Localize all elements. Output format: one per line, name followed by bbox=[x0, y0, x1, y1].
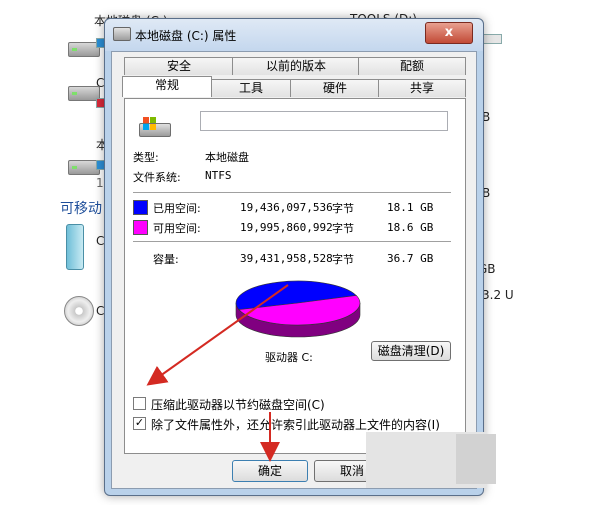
capacity-label: 容量: bbox=[153, 253, 179, 266]
used-space-label: 已用空间: bbox=[153, 202, 201, 215]
tab-hardware[interactable]: 硬件 bbox=[290, 79, 380, 97]
compress-checkbox[interactable] bbox=[133, 397, 146, 410]
free-space-label: 可用空间: bbox=[153, 222, 201, 235]
drive-icon[interactable] bbox=[66, 154, 100, 176]
tab-security[interactable]: 安全 bbox=[124, 57, 234, 75]
drive-icon[interactable] bbox=[66, 36, 100, 58]
capacity-bytes: 39,431,958,528 bbox=[240, 252, 333, 265]
drive-name-input[interactable] bbox=[200, 111, 448, 131]
filesystem-value: NTFS bbox=[205, 169, 232, 182]
drive-letter-fragment: 1 bbox=[96, 176, 104, 190]
dialog-client: 安全 以前的版本 配额 常规 工具 硬件 共享 类型: 本地磁盘 文件系统: N… bbox=[111, 51, 477, 489]
used-space-bytes: 19,436,097,536 bbox=[240, 201, 333, 214]
general-tab-panel: 类型: 本地磁盘 文件系统: NTFS 已用空间: 19,436,097,536… bbox=[124, 98, 466, 454]
disk-usage-pie bbox=[235, 280, 361, 338]
used-space-swatch bbox=[133, 200, 148, 215]
blurred-region bbox=[456, 434, 496, 484]
capacity-unit: 字节 bbox=[332, 253, 354, 266]
free-space-unit: 字节 bbox=[332, 222, 354, 235]
free-space-bytes: 19,995,860,992 bbox=[240, 221, 333, 234]
title-bar[interactable]: 本地磁盘 (C:) 属性 x bbox=[105, 19, 483, 51]
free-space-swatch bbox=[133, 220, 148, 235]
index-checkbox[interactable]: ✓ bbox=[133, 417, 146, 430]
disk-cleanup-button[interactable]: 磁盘清理(D) bbox=[371, 341, 451, 361]
dvd-drive-icon[interactable] bbox=[64, 296, 94, 326]
separator bbox=[133, 192, 451, 193]
dialog-title: 本地磁盘 (C:) 属性 bbox=[135, 29, 237, 43]
drive-label: 驱动器 C: bbox=[265, 351, 313, 364]
drive-icon[interactable] bbox=[66, 80, 100, 102]
type-label: 类型: bbox=[133, 151, 159, 164]
capacity-size: 36.7 GB bbox=[387, 252, 434, 265]
removable-drive-icon[interactable] bbox=[66, 224, 84, 270]
tab-general[interactable]: 常规 bbox=[122, 76, 212, 97]
local-disk-icon bbox=[139, 117, 173, 139]
tab-tools[interactable]: 工具 bbox=[210, 79, 292, 97]
used-space-unit: 字节 bbox=[332, 202, 354, 215]
size-fragment: 3.2 U bbox=[482, 288, 514, 302]
tab-previous-versions[interactable]: 以前的版本 bbox=[232, 57, 360, 75]
close-button[interactable]: x bbox=[425, 22, 473, 44]
tab-sharing[interactable]: 共享 bbox=[378, 79, 466, 97]
properties-dialog: 本地磁盘 (C:) 属性 x 安全 以前的版本 配额 常规 工具 硬件 共享 类… bbox=[104, 18, 484, 496]
separator bbox=[133, 241, 451, 242]
type-value: 本地磁盘 bbox=[205, 151, 249, 164]
removable-section-header: 可移动 bbox=[60, 201, 102, 217]
filesystem-label: 文件系统: bbox=[133, 171, 181, 184]
free-space-size: 18.6 GB bbox=[387, 221, 434, 234]
tab-quota[interactable]: 配额 bbox=[358, 57, 466, 75]
index-checkbox-label: 除了文件属性外，还允许索引此驱动器上文件的内容(I) bbox=[151, 418, 440, 432]
used-space-size: 18.1 GB bbox=[387, 201, 434, 214]
ok-button[interactable]: 确定 bbox=[232, 460, 308, 482]
compress-checkbox-label: 压缩此驱动器以节约磁盘空间(C) bbox=[151, 398, 325, 412]
drive-icon bbox=[113, 27, 131, 41]
